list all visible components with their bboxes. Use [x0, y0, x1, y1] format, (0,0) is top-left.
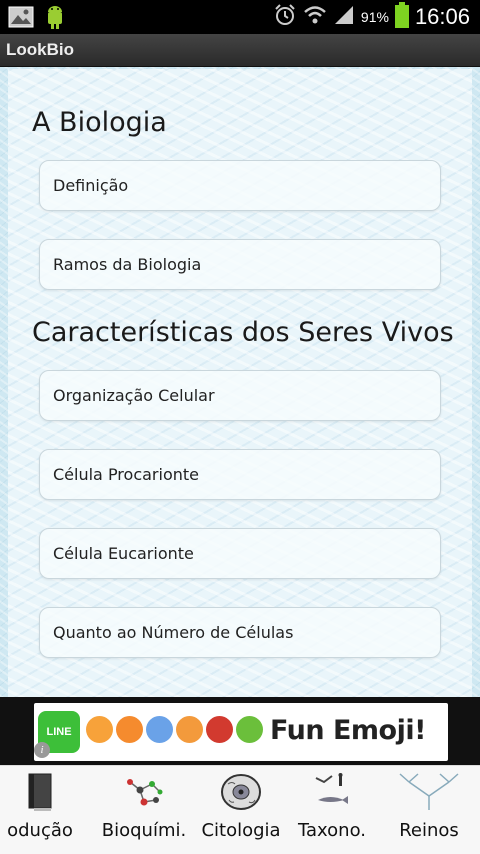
content-area[interactable]: A Biologia Definição Ramos da Biologia C… — [0, 67, 480, 765]
alien-emoji-icon — [236, 716, 263, 743]
tab-taxonomia[interactable]: Taxono. — [288, 766, 376, 854]
ad-banner[interactable]: LINE Fun Emoji! i — [0, 697, 480, 765]
status-bar: 91% 16:06 — [0, 0, 480, 34]
tab-reinos[interactable]: Reinos — [380, 766, 478, 854]
battery-percent: 91% — [360, 9, 389, 25]
tree-icon — [394, 772, 464, 816]
list-item-organizacao[interactable]: Organização Celular — [39, 370, 441, 421]
picture-icon — [8, 6, 34, 32]
battery-icon — [394, 2, 409, 32]
molecule-icon — [122, 772, 166, 816]
status-time: 16:06 — [414, 4, 470, 29]
cell-icon — [219, 772, 263, 816]
tab-citologia[interactable]: Citologia — [194, 766, 288, 854]
section-heading-biologia: A Biologia — [32, 107, 167, 138]
section-heading-caracteristicas: Características dos Seres Vivos — [32, 317, 454, 348]
kiss-emoji-icon — [116, 716, 143, 743]
list-item-eucarionte[interactable]: Célula Eucarionte — [39, 528, 441, 579]
devil-emoji-icon — [206, 716, 233, 743]
app-title-bar: LookBio — [0, 34, 480, 67]
list-item-definicao[interactable]: Definição — [39, 160, 441, 211]
tab-introducao[interactable]: odução — [0, 766, 86, 854]
tab-label: Citologia — [201, 820, 281, 841]
list-item-label: Célula Procarionte — [53, 465, 199, 484]
list-item-ramos[interactable]: Ramos da Biologia — [39, 239, 441, 290]
bottom-tab-bar: odução Bioquími. Citologia Taxono. Reino… — [0, 765, 480, 854]
list-item-label: Célula Eucarionte — [53, 544, 194, 563]
smile-emoji-icon — [86, 716, 113, 743]
taxonomy-icon — [312, 772, 352, 818]
android-icon — [42, 4, 68, 34]
tab-label: odução — [7, 820, 73, 841]
grin-emoji-icon — [176, 716, 203, 743]
list-item-label: Definição — [53, 176, 129, 195]
ad-info-icon[interactable]: i — [34, 742, 50, 758]
tab-label: Bioquími. — [101, 820, 187, 841]
signal-icon — [333, 4, 355, 30]
list-item-label: Organização Celular — [53, 386, 215, 405]
tab-bioquimica[interactable]: Bioquími. — [96, 766, 192, 854]
tab-label: Taxono. — [298, 820, 366, 841]
content-panel: A Biologia Definição Ramos da Biologia C… — [8, 69, 472, 765]
emoji-row — [86, 716, 263, 743]
book-icon — [25, 772, 55, 816]
app-title: LookBio — [6, 40, 74, 59]
list-item-label: Quanto ao Número de Células — [53, 623, 294, 642]
list-item-procarionte[interactable]: Célula Procarionte — [39, 449, 441, 500]
ad-headline: Fun Emoji! — [270, 715, 426, 746]
ad-creative[interactable]: LINE Fun Emoji! — [34, 703, 448, 761]
tab-label: Reinos — [399, 820, 459, 841]
alarm-icon — [273, 3, 297, 31]
list-item-numero-celulas[interactable]: Quanto ao Número de Células — [39, 607, 441, 658]
wifi-icon — [303, 4, 327, 30]
scream-emoji-icon — [146, 716, 173, 743]
list-item-label: Ramos da Biologia — [53, 255, 202, 274]
